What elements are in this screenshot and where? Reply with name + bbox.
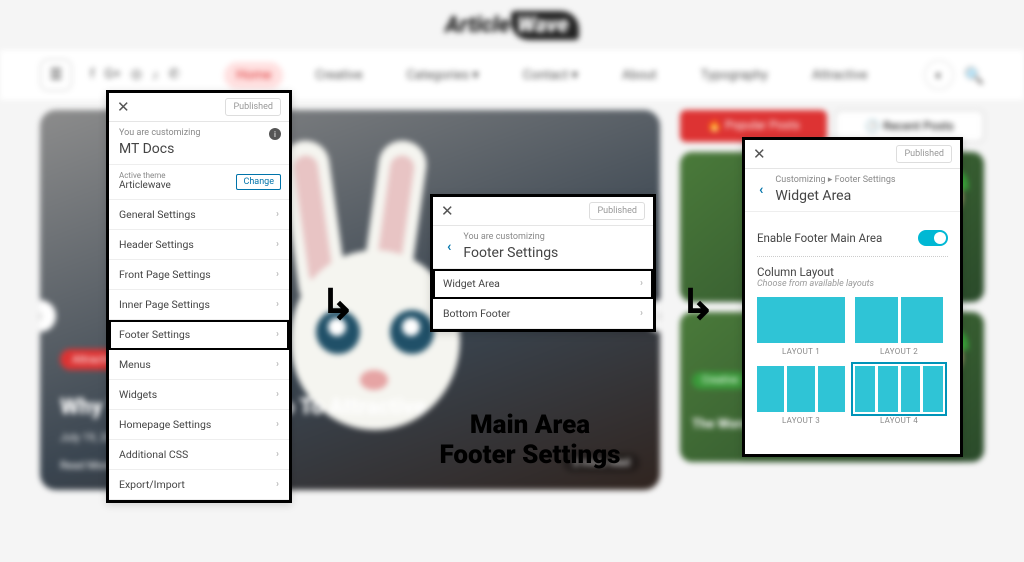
arrow-icon: ↳ <box>320 280 355 330</box>
panel-title: Widget Area <box>775 187 895 205</box>
enable-footer-toggle-row: Enable Footer Main Area <box>757 220 948 257</box>
layout-option[interactable]: LAYOUT 1 <box>757 297 845 356</box>
back-button[interactable]: ‹ <box>443 239 455 255</box>
publish-button[interactable]: Published <box>225 98 281 116</box>
layout-options: LAYOUT 1LAYOUT 2LAYOUT 3LAYOUT 4 <box>757 297 948 425</box>
active-theme-row: Active theme Articlewave Change <box>109 165 289 200</box>
publish-button[interactable]: Published <box>896 145 952 163</box>
settings-item[interactable]: Homepage Settings› <box>109 410 289 440</box>
settings-item[interactable]: Menus› <box>109 350 289 380</box>
settings-item[interactable]: Footer Settings› <box>109 320 289 350</box>
column-layout-label: Column Layout <box>757 265 948 279</box>
customizer-panel-footer: ✕ Published ‹ You are customizing Footer… <box>430 194 656 332</box>
customizing-label: You are customizing <box>463 232 558 244</box>
settings-item[interactable]: Header Settings› <box>109 230 289 260</box>
info-icon[interactable]: i <box>269 128 281 140</box>
breadcrumb: Customizing ▸ Footer Settings <box>775 175 895 187</box>
change-theme-button[interactable]: Change <box>236 174 281 190</box>
panel-title: Footer Settings <box>463 244 558 262</box>
layout-option[interactable]: LAYOUT 4 <box>855 366 943 425</box>
doc-title: MT Docs <box>119 140 200 158</box>
customizer-panel-root: ✕ Published You are customizing MT Docs … <box>106 90 292 503</box>
enable-footer-toggle[interactable] <box>918 230 948 246</box>
toggle-label: Enable Footer Main Area <box>757 231 882 245</box>
footer-item[interactable]: Bottom Footer› <box>433 299 653 329</box>
customizing-label: You are customizing <box>119 128 200 140</box>
back-button[interactable]: ‹ <box>755 182 767 198</box>
layout-option[interactable]: LAYOUT 2 <box>855 297 943 356</box>
arrow-icon: ↳ <box>680 280 715 330</box>
settings-item[interactable]: Widgets› <box>109 380 289 410</box>
settings-menu: General Settings›Header Settings›Front P… <box>109 200 289 500</box>
column-layout-sub: Choose from available layouts <box>757 279 948 289</box>
close-icon[interactable]: ✕ <box>441 202 454 220</box>
close-icon[interactable]: ✕ <box>753 145 766 163</box>
diagram-title: Main Area Footer Settings <box>380 410 680 470</box>
settings-item[interactable]: Export/Import› <box>109 470 289 500</box>
settings-item[interactable]: Front Page Settings› <box>109 260 289 290</box>
footer-item[interactable]: Widget Area› <box>433 269 653 299</box>
customizer-panel-widget-area: ✕ Published ‹ Customizing ▸ Footer Setti… <box>742 137 963 457</box>
publish-button[interactable]: Published <box>589 202 645 220</box>
layout-option[interactable]: LAYOUT 3 <box>757 366 845 425</box>
footer-submenu: Widget Area›Bottom Footer› <box>433 269 653 329</box>
settings-item[interactable]: General Settings› <box>109 200 289 230</box>
close-icon[interactable]: ✕ <box>117 98 130 116</box>
settings-item[interactable]: Additional CSS› <box>109 440 289 470</box>
settings-item[interactable]: Inner Page Settings› <box>109 290 289 320</box>
